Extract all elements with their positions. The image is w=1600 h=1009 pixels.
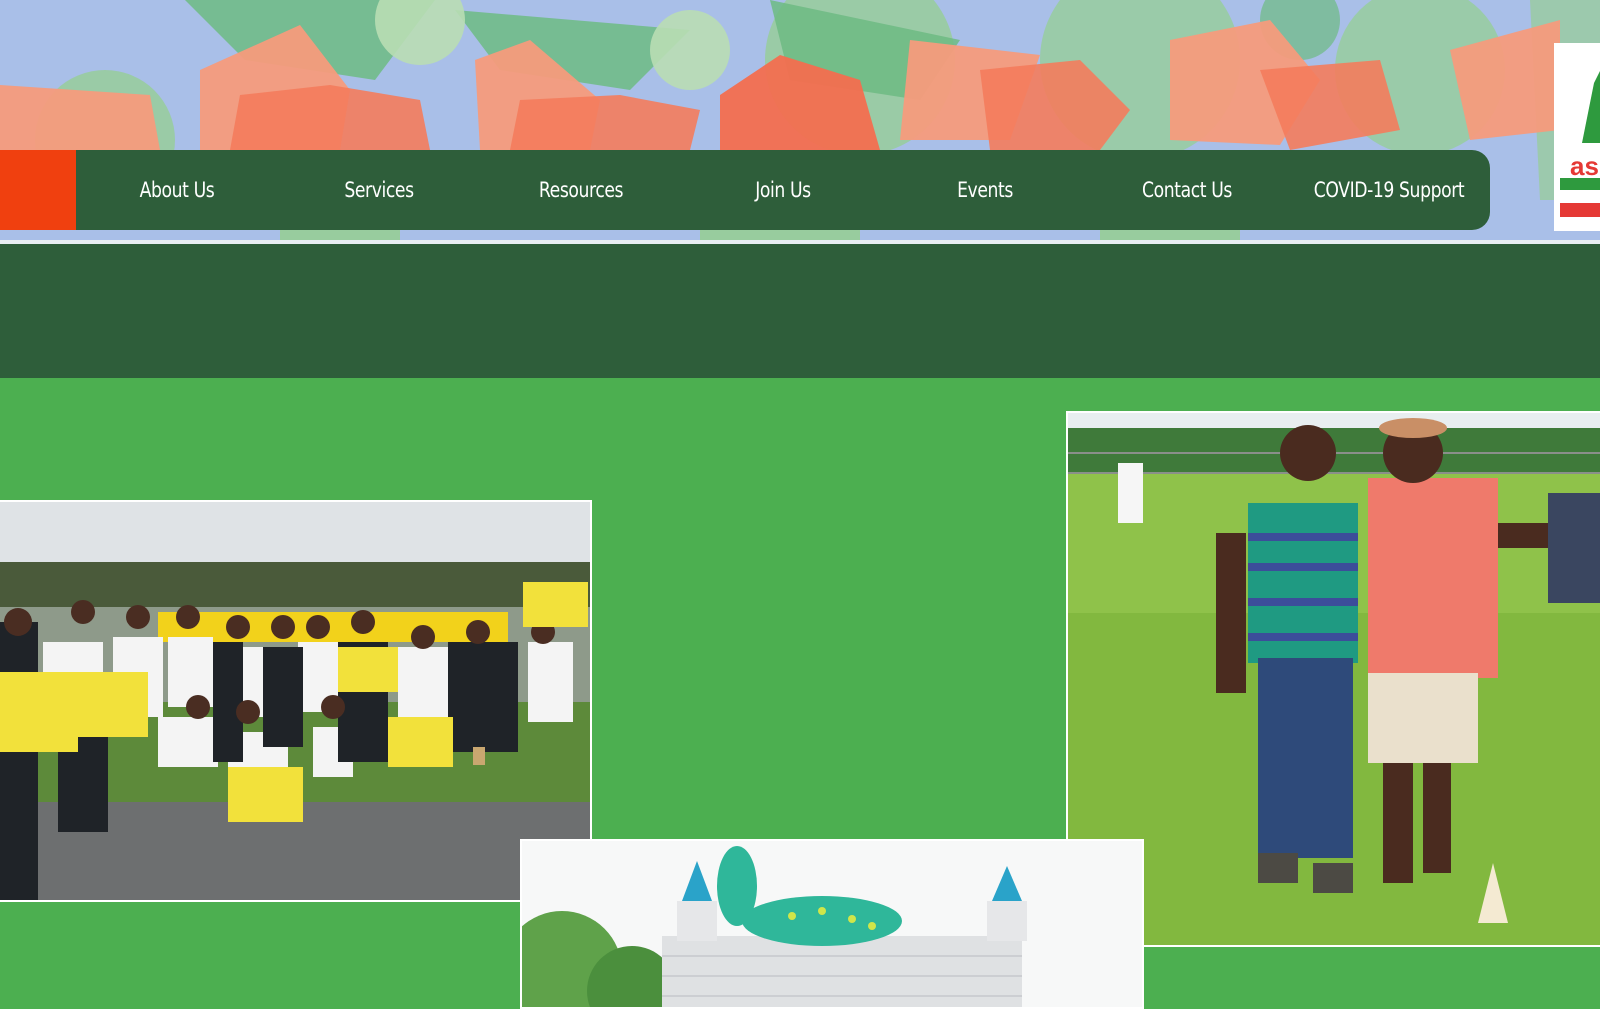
site-logo[interactable]: as [1554,43,1600,231]
nav-item-about-us[interactable]: About Us [99,150,255,230]
logo-text: as [1570,151,1599,181]
logo-mark [1560,71,1600,217]
group-photo [0,500,592,902]
bouncy-castle-photo [520,839,1144,1009]
bouncy-castle-image [522,841,1142,1007]
nav-item-services[interactable]: Services [301,150,457,230]
nav-accent-block [0,150,76,230]
nav-item-resources[interactable]: Resources [503,150,659,230]
friends-photo-image [1068,413,1600,945]
hero-band [0,244,1600,378]
friends-photo [1066,411,1600,947]
nav-item-contact-us[interactable]: Contact Us [1109,150,1265,230]
group-photo-image [0,502,590,900]
main-nav: About Us Services Resources Join Us Even… [0,150,1490,230]
nav-item-covid-19-support[interactable]: COVID-19 Support [1311,150,1467,230]
nav-item-events[interactable]: Events [907,150,1063,230]
nav-item-join-us[interactable]: Join Us [705,150,861,230]
